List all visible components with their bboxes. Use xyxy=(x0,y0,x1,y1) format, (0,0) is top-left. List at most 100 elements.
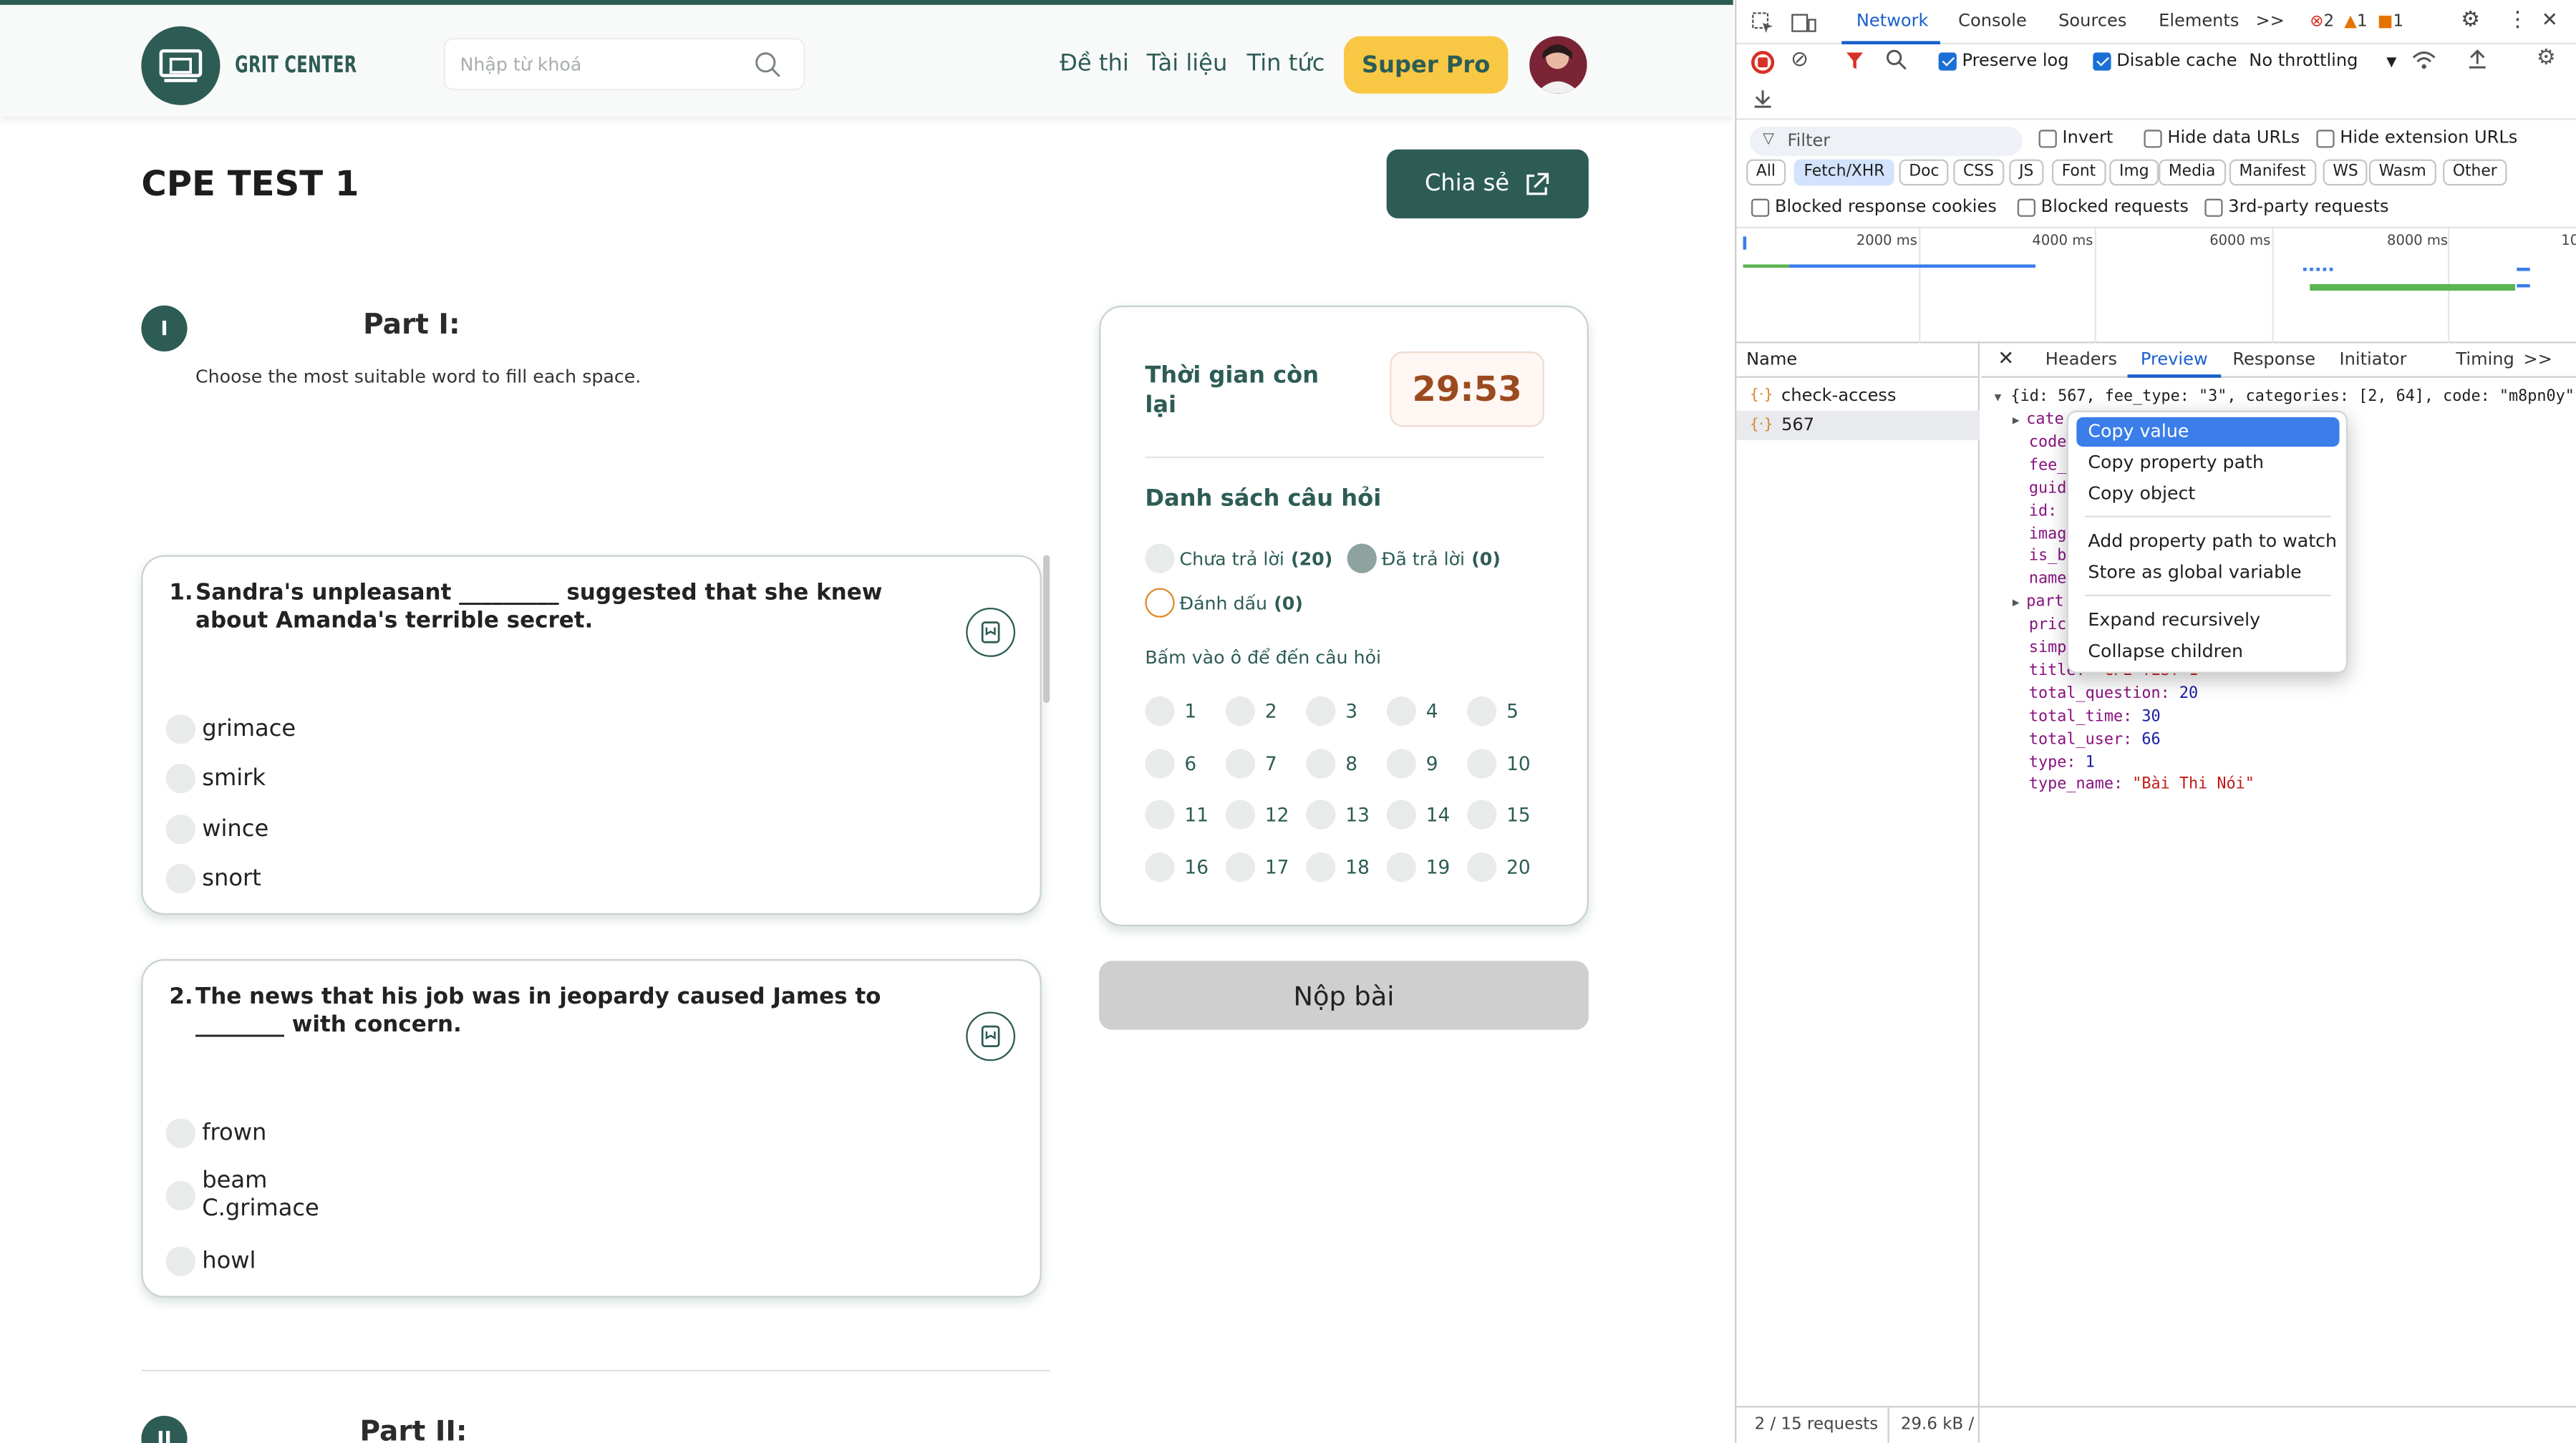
tab-initiator[interactable]: Initiator xyxy=(2340,350,2407,370)
third-party-checkbox[interactable]: 3rd-party requests xyxy=(2204,197,2389,217)
radio-button[interactable] xyxy=(165,714,196,744)
option-item[interactable]: wince xyxy=(165,815,268,845)
question-jump-button[interactable]: 10 xyxy=(1467,748,1531,778)
network-overview[interactable]: 2000 ms 4000 ms 6000 ms 8000 ms 10 xyxy=(1736,228,2576,344)
throttling-select[interactable]: No throttling ▼ xyxy=(2249,51,2396,71)
submit-button[interactable]: Nộp bài xyxy=(1099,961,1589,1030)
radio-button[interactable] xyxy=(165,815,196,845)
clear-icon[interactable]: ⊘ xyxy=(1791,48,1808,72)
json-property-line[interactable]: type: 1 xyxy=(2029,753,2095,771)
request-row[interactable]: {·} 567 xyxy=(1736,410,1980,440)
option-item[interactable]: howl xyxy=(165,1246,256,1276)
question-jump-button[interactable]: 12 xyxy=(1225,800,1289,830)
tab-sources[interactable]: Sources xyxy=(2058,11,2126,31)
more-detail-tabs-icon[interactable]: >> xyxy=(2524,350,2552,370)
question-jump-button[interactable]: 3 xyxy=(1306,696,1357,727)
blocked-cookies-checkbox[interactable]: Blocked response cookies xyxy=(1751,197,1997,217)
import-har-icon[interactable] xyxy=(2467,48,2487,71)
more-tabs-icon[interactable]: >> xyxy=(2255,11,2284,31)
json-property-line[interactable]: fee_ xyxy=(2029,456,2067,474)
type-filter-button[interactable]: WS xyxy=(2323,159,2368,186)
json-property-line[interactable]: total_user: 66 xyxy=(2029,730,2161,748)
option-item[interactable]: beam C.grimace xyxy=(165,1167,319,1223)
tab-headers[interactable]: Headers xyxy=(2045,350,2117,370)
hide-extension-urls-checkbox[interactable]: Hide extension URLs xyxy=(2316,128,2517,148)
disable-cache-checkbox[interactable]: Disable cache xyxy=(2093,51,2237,71)
avatar[interactable] xyxy=(1529,36,1587,94)
menu-item-collapse-children[interactable]: Collapse children xyxy=(2076,637,2339,666)
question-jump-button[interactable]: 4 xyxy=(1386,696,1438,727)
question-jump-button[interactable]: 17 xyxy=(1225,851,1289,882)
question-jump-button[interactable]: 16 xyxy=(1145,851,1209,882)
more-options-icon[interactable]: ⋮ xyxy=(2507,8,2529,32)
hide-data-urls-checkbox[interactable]: Hide data URLs xyxy=(2144,128,2300,148)
tab-elements[interactable]: Elements xyxy=(2159,11,2239,31)
question-jump-button[interactable]: 1 xyxy=(1145,696,1196,727)
type-filter-button[interactable]: CSS xyxy=(1953,159,2004,186)
option-item[interactable]: smirk xyxy=(165,763,266,794)
tab-preview[interactable]: Preview xyxy=(2141,350,2208,370)
network-settings-icon[interactable]: ⚙ xyxy=(2537,46,2556,70)
error-count[interactable]: ⊗2 ▲1 ■1 xyxy=(2310,13,2403,31)
nav-news[interactable]: Tin tức xyxy=(1247,51,1325,77)
type-filter-button[interactable]: Doc xyxy=(1899,159,1950,186)
radio-button[interactable] xyxy=(165,863,196,894)
option-item[interactable]: frown xyxy=(165,1118,266,1148)
json-property-line[interactable]: code xyxy=(2029,434,2067,452)
type-filter-button[interactable]: JS xyxy=(2009,159,2044,186)
menu-item-expand-recursively[interactable]: Expand recursively xyxy=(2076,606,2339,636)
inspect-icon[interactable] xyxy=(1751,11,1774,34)
bookmark-icon[interactable] xyxy=(966,1011,1016,1061)
radio-button[interactable] xyxy=(165,763,196,794)
json-property-line[interactable]: simp xyxy=(2029,639,2067,657)
device-toolbar-icon[interactable] xyxy=(1791,11,1817,34)
menu-item-copy-value[interactable]: Copy value xyxy=(2076,417,2340,447)
question-jump-button[interactable]: 14 xyxy=(1386,800,1450,830)
network-conditions-icon[interactable] xyxy=(2411,49,2436,71)
search-icon[interactable] xyxy=(1886,49,1907,71)
question-jump-button[interactable]: 18 xyxy=(1306,851,1370,882)
json-property-line[interactable]: ▶ cate xyxy=(2013,411,2064,429)
json-property-line[interactable]: guid xyxy=(2029,479,2067,497)
invert-checkbox[interactable]: Invert xyxy=(2038,128,2113,148)
json-property-line[interactable]: id: xyxy=(2029,502,2057,520)
tab-response[interactable]: Response xyxy=(2232,350,2315,370)
tab-timing[interactable]: Timing xyxy=(2456,350,2514,370)
question-jump-button[interactable]: 9 xyxy=(1386,748,1438,778)
option-item[interactable]: snort xyxy=(165,863,261,894)
type-filter-button[interactable]: Other xyxy=(2443,159,2507,186)
radio-button[interactable] xyxy=(165,1180,196,1211)
tab-network[interactable]: Network xyxy=(1856,11,1929,31)
logo[interactable]: GRIT CENTER xyxy=(141,26,391,105)
close-detail-icon[interactable]: ✕ xyxy=(1998,346,2014,369)
radio-button[interactable] xyxy=(165,1118,196,1148)
bookmark-icon[interactable] xyxy=(966,608,1016,657)
type-filter-button[interactable]: Img xyxy=(2109,159,2159,186)
type-filter-button[interactable]: Wasm xyxy=(2368,159,2436,186)
settings-icon[interactable]: ⚙ xyxy=(2461,8,2480,32)
question-jump-button[interactable]: 2 xyxy=(1225,696,1277,727)
question-jump-button[interactable]: 15 xyxy=(1467,800,1531,830)
scrollbar[interactable] xyxy=(1043,555,1050,704)
type-filter-button[interactable]: Font xyxy=(2051,159,2106,186)
json-root-line[interactable]: ▼ {id: 567, fee_type: "3", categories: [… xyxy=(1995,388,2575,406)
expand-triangle-icon[interactable]: ▶ xyxy=(2013,596,2026,609)
expand-triangle-icon[interactable]: ▶ xyxy=(2013,414,2026,427)
nav-documents[interactable]: Tài liệu xyxy=(1147,51,1228,77)
json-property-line[interactable]: name xyxy=(2029,570,2067,588)
question-jump-button[interactable]: 6 xyxy=(1145,748,1196,778)
preserve-log-checkbox[interactable]: Preserve log xyxy=(1938,51,2069,71)
question-jump-button[interactable]: 20 xyxy=(1467,851,1531,882)
json-property-line[interactable]: total_time: 30 xyxy=(2029,707,2161,725)
json-property-line[interactable]: type_name: "Bài Thi Nói" xyxy=(2029,776,2255,794)
type-filter-button[interactable]: Fetch/XHR xyxy=(1793,159,1895,186)
menu-item-copy-property-path[interactable]: Copy property path xyxy=(2076,448,2339,477)
record-icon[interactable] xyxy=(1751,51,1775,74)
name-column-header[interactable]: Name xyxy=(1736,344,1980,378)
json-property-line[interactable]: pric xyxy=(2029,616,2067,634)
question-jump-button[interactable]: 8 xyxy=(1306,748,1357,778)
blocked-requests-checkbox[interactable]: Blocked requests xyxy=(2017,197,2189,217)
close-icon[interactable]: ✕ xyxy=(2542,8,2558,31)
filter-icon[interactable] xyxy=(1845,51,1865,71)
filter-input[interactable]: ▽ Filter xyxy=(1749,126,2023,156)
